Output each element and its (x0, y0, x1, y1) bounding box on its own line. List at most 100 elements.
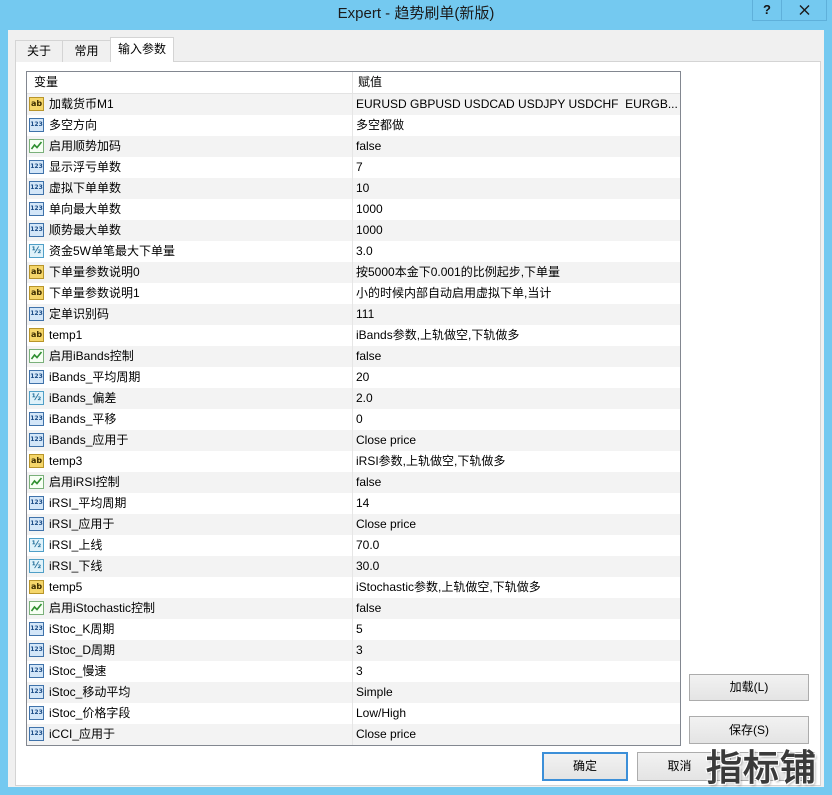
row-value[interactable]: 2.0 (353, 388, 680, 409)
row-value[interactable]: 0 (353, 409, 680, 430)
row-variable-cell[interactable]: 启用iRSI控制 (27, 472, 353, 493)
row-variable-cell[interactable]: iBands_平均周期 (27, 367, 353, 388)
tab-common[interactable]: 常用 (62, 40, 111, 62)
row-value[interactable]: 5 (353, 619, 680, 640)
row-value[interactable]: 30.0 (353, 556, 680, 577)
table-row[interactable]: iStoc_D周期 3 (27, 640, 680, 661)
row-value[interactable]: 多空都做 (353, 115, 680, 136)
table-row[interactable]: iBands_应用于 Close price (27, 430, 680, 451)
table-row[interactable]: 启用iRSI控制 false (27, 472, 680, 493)
row-value[interactable]: iStochastic参数,上轨做空,下轨做多 (353, 577, 680, 598)
row-value[interactable]: 3 (353, 661, 680, 682)
table-row[interactable]: temp1 iBands参数,上轨做空,下轨做多 (27, 325, 680, 346)
row-value[interactable]: 1000 (353, 220, 680, 241)
row-value[interactable]: 1000 (353, 199, 680, 220)
table-row[interactable]: 显示浮亏单数 7 (27, 157, 680, 178)
row-variable-cell[interactable]: 虚拟下单单数 (27, 178, 353, 199)
row-value[interactable]: iBands参数,上轨做空,下轨做多 (353, 325, 680, 346)
table-row[interactable]: 资金5W单笔最大下单量 3.0 (27, 241, 680, 262)
row-value[interactable]: false (353, 136, 680, 157)
row-variable-cell[interactable]: 启用iStochastic控制 (27, 598, 353, 619)
header-variable[interactable]: 变量 (27, 72, 353, 93)
row-variable-cell[interactable]: 单向最大单数 (27, 199, 353, 220)
table-row[interactable]: iRSI_上线 70.0 (27, 535, 680, 556)
table-row[interactable]: 启用iStochastic控制 false (27, 598, 680, 619)
table-row[interactable]: iStoc_K周期 5 (27, 619, 680, 640)
row-value[interactable]: 20 (353, 367, 680, 388)
table-row[interactable]: iBands_平均周期 20 (27, 367, 680, 388)
row-value[interactable]: false (353, 346, 680, 367)
row-value[interactable]: 7 (353, 157, 680, 178)
row-value[interactable]: false (353, 472, 680, 493)
row-value[interactable]: 小的时候内部自动启用虚拟下单,当计 (353, 283, 680, 304)
row-variable-cell[interactable]: iCCI_应用于 (27, 724, 353, 745)
header-value[interactable]: 赋值 (353, 72, 680, 93)
row-variable-cell[interactable]: 定单识别码 (27, 304, 353, 325)
ok-button[interactable]: 确定 (542, 752, 628, 781)
table-row[interactable]: 下单量参数说明1 小的时候内部自动启用虚拟下单,当计 (27, 283, 680, 304)
table-row[interactable]: temp3 iRSI参数,上轨做空,下轨做多 (27, 451, 680, 472)
row-variable-cell[interactable]: 加载货币M1 (27, 94, 353, 115)
table-row[interactable]: iStoc_慢速 3 (27, 661, 680, 682)
save-button[interactable]: 保存(S) (689, 716, 809, 744)
row-value[interactable]: Close price (353, 430, 680, 451)
row-value[interactable]: Close price (353, 514, 680, 535)
table-row[interactable]: 下单量参数说明0 按5000本金下0.001的比例起步,下单量 (27, 262, 680, 283)
row-variable-cell[interactable]: iStoc_慢速 (27, 661, 353, 682)
row-variable-cell[interactable]: 资金5W单笔最大下单量 (27, 241, 353, 262)
row-value[interactable]: 70.0 (353, 535, 680, 556)
table-row[interactable]: iRSI_下线 30.0 (27, 556, 680, 577)
row-value[interactable]: Low/High (353, 703, 680, 724)
tab-inputs[interactable]: 输入参数 (110, 37, 174, 62)
row-value[interactable]: 111 (353, 304, 680, 325)
table-row[interactable]: 定单识别码 111 (27, 304, 680, 325)
row-value[interactable]: false (353, 598, 680, 619)
row-variable-cell[interactable]: iBands_偏差 (27, 388, 353, 409)
row-variable-cell[interactable]: iRSI_上线 (27, 535, 353, 556)
table-row[interactable]: iBands_偏差 2.0 (27, 388, 680, 409)
row-variable-cell[interactable]: iBands_应用于 (27, 430, 353, 451)
row-value[interactable]: 10 (353, 178, 680, 199)
tab-about[interactable]: 关于 (15, 40, 63, 62)
table-row[interactable]: temp5 iStochastic参数,上轨做空,下轨做多 (27, 577, 680, 598)
row-variable-cell[interactable]: iRSI_应用于 (27, 514, 353, 535)
row-variable-cell[interactable]: iStoc_D周期 (27, 640, 353, 661)
table-row[interactable]: iStoc_价格字段 Low/High (27, 703, 680, 724)
row-variable-cell[interactable]: iRSI_下线 (27, 556, 353, 577)
row-variable-cell[interactable]: iStoc_K周期 (27, 619, 353, 640)
row-variable-cell[interactable]: 下单量参数说明1 (27, 283, 353, 304)
help-button[interactable]: ? (752, 0, 782, 21)
table-row[interactable]: iRSI_应用于 Close price (27, 514, 680, 535)
row-value[interactable]: 3 (353, 640, 680, 661)
close-button[interactable] (781, 0, 827, 21)
table-row[interactable]: 启用顺势加码 false (27, 136, 680, 157)
inputs-table[interactable]: 变量 赋值 加载货币M1 EURUSD GBPUSD USDCAD USDJPY … (26, 71, 681, 746)
row-variable-cell[interactable]: iRSI_平均周期 (27, 493, 353, 514)
row-variable-cell[interactable]: 下单量参数说明0 (27, 262, 353, 283)
row-variable-cell[interactable]: 显示浮亏单数 (27, 157, 353, 178)
row-variable-cell[interactable]: 多空方向 (27, 115, 353, 136)
table-row[interactable]: iStoc_移动平均 Simple (27, 682, 680, 703)
table-row[interactable]: 多空方向 多空都做 (27, 115, 680, 136)
row-value[interactable]: EURUSD GBPUSD USDCAD USDJPY USDCHF EURGB… (353, 94, 680, 115)
table-row[interactable]: iRSI_平均周期 14 (27, 493, 680, 514)
row-variable-cell[interactable]: temp5 (27, 577, 353, 598)
load-button[interactable]: 加载(L) (689, 674, 809, 701)
table-row[interactable]: 单向最大单数 1000 (27, 199, 680, 220)
row-value[interactable]: iRSI参数,上轨做空,下轨做多 (353, 451, 680, 472)
row-variable-cell[interactable]: temp1 (27, 325, 353, 346)
table-row[interactable]: 启用iBands控制 false (27, 346, 680, 367)
row-variable-cell[interactable]: 顺势最大单数 (27, 220, 353, 241)
row-variable-cell[interactable]: 启用顺势加码 (27, 136, 353, 157)
table-row[interactable]: iBands_平移 0 (27, 409, 680, 430)
row-value[interactable]: 14 (353, 493, 680, 514)
row-variable-cell[interactable]: iBands_平移 (27, 409, 353, 430)
table-row[interactable]: 虚拟下单单数 10 (27, 178, 680, 199)
row-value[interactable]: 按5000本金下0.001的比例起步,下单量 (353, 262, 680, 283)
row-variable-cell[interactable]: iStoc_移动平均 (27, 682, 353, 703)
row-variable-cell[interactable]: 启用iBands控制 (27, 346, 353, 367)
table-row[interactable]: 顺势最大单数 1000 (27, 220, 680, 241)
row-variable-cell[interactable]: iStoc_价格字段 (27, 703, 353, 724)
row-variable-cell[interactable]: temp3 (27, 451, 353, 472)
row-value[interactable]: Simple (353, 682, 680, 703)
